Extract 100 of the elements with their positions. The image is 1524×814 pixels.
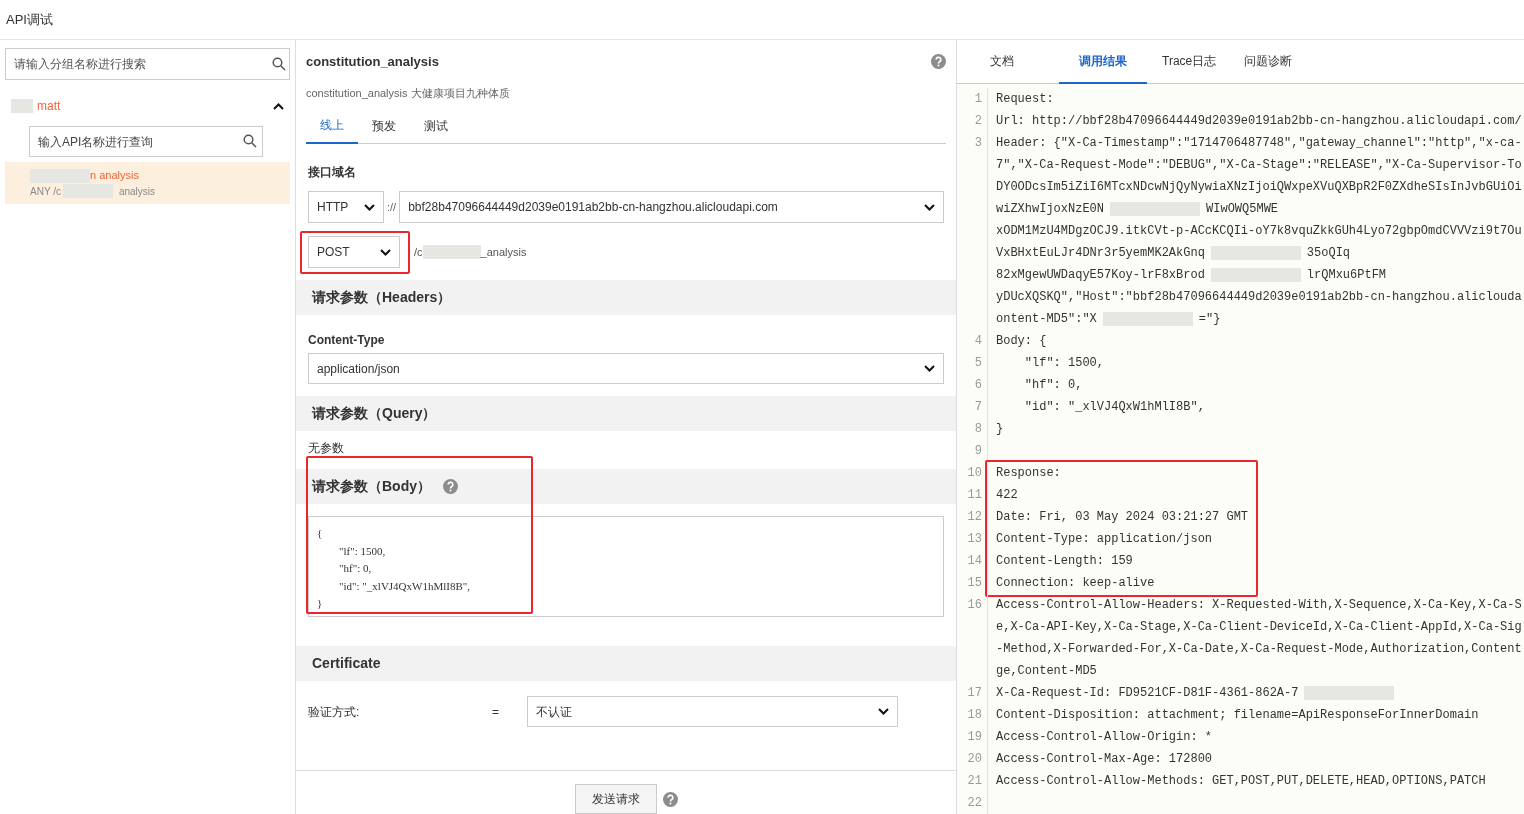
code-text: 7","X-Ca-Request-Mode":"DEBUG","X-Ca-Stage":"RELEASE","X-Ca-Supervisor-To (996, 157, 1522, 174)
code-text: VxBHxtEuLJr4DNr3r5yemMK2AkGnq (996, 245, 1205, 262)
line-number: 12 (967, 510, 982, 524)
line-number: 22 (967, 796, 982, 810)
code-text: wiZXhwIjoxNzE0N (996, 201, 1105, 218)
auth-select[interactable]: 不认证 (527, 696, 898, 727)
code-text: Request: (996, 91, 1054, 108)
group-name: matt (37, 98, 61, 115)
equals-sign: = (492, 703, 500, 721)
code-text: WIwOWQ5MWE (1206, 201, 1279, 218)
line-number: 6 (974, 378, 982, 392)
chevron-down-icon (924, 365, 935, 372)
code-text: DY0ODcsIm5iZiI6MTcxNDcwNjQyNywiaXNzIjoiQWxpeXVuQXBpR2F0ZXdheSIsInJvbGUiOi (996, 179, 1522, 196)
api-description: constitution_analysis 大健康项目九种体质 (305, 85, 511, 101)
chevron-down-icon (364, 203, 375, 211)
line-number: 18 (967, 708, 982, 722)
chevron-down-icon (878, 708, 889, 715)
help-icon[interactable] (662, 792, 678, 807)
code-text: Date: Fri, 03 May 2024 03:21:27 GMT (996, 509, 1249, 526)
body-textarea[interactable]: { "lf": 1500, "hf": 0, "id": "_xlVJ4QxW1hMlI8B", } (308, 516, 944, 617)
field-label: 接口域名 (307, 164, 357, 181)
help-icon[interactable] (443, 479, 458, 494)
line-number: 15 (967, 576, 982, 590)
code-text: 35oQIq (1306, 245, 1351, 262)
code-text: 82xMgewUWDaqyE57Koy-lrF8xBrod (996, 267, 1205, 284)
code-text: 422 (996, 487, 1018, 504)
code-text: ge,Content-MD5 (996, 663, 1097, 680)
line-number: 17 (967, 686, 982, 700)
line-number: 14 (967, 554, 982, 568)
code-line: { (317, 526, 323, 541)
line-number: 9 (974, 444, 982, 458)
line-number: 16 (967, 598, 982, 612)
api-path: ANY /c (30, 184, 61, 199)
code-text: Url: http://bbf28b47096644449d2039e0191ab2bb-cn-hangzhou.alicloudapi.com/ (996, 113, 1522, 130)
api-name: n analysis (90, 168, 139, 184)
line-number: 2 (974, 114, 982, 128)
code-text: ontent-MD5":"X (996, 311, 1097, 328)
result-tab[interactable]: 问题诊断 (1231, 40, 1312, 83)
method-select[interactable]: POST (308, 236, 400, 268)
code-text: -Method,X-Forwarded-For,X-Ca-Date,X-Ca-Request-Mode,Authorization,Content (996, 641, 1522, 658)
code-text: } (996, 421, 1004, 438)
help-icon[interactable] (931, 54, 946, 70)
line-number: 11 (967, 488, 982, 502)
api-path: /c (414, 244, 423, 260)
env-tab[interactable]: 线上 (306, 113, 358, 144)
chevron-down-icon (380, 248, 391, 256)
api-path: analysis (118, 184, 156, 199)
group-search-field[interactable]: 请输入分组名称进行搜索 (5, 48, 290, 80)
protocol-select[interactable]: HTTP (308, 191, 384, 223)
code-text: X-Ca-Request-Id: FD9521CF-D81F-4361-862A-7 (996, 685, 1299, 702)
code-text: Content-Type: application/json (996, 531, 1213, 548)
search-icon (272, 57, 286, 71)
line-number: 3 (974, 136, 982, 150)
api-title: constitution_analysis (306, 53, 439, 71)
api-search-field[interactable]: 输入API名称进行查询 (29, 126, 263, 157)
code-text: "id": "_xlVJ4QxW1hMlI8B", (1023, 399, 1205, 416)
code-text: "lf": 1500, (1023, 355, 1105, 372)
section-title: Certificate (312, 654, 381, 673)
content-type-select[interactable]: application/json (308, 353, 944, 384)
code-text: ="} (1198, 311, 1221, 328)
search-icon (243, 134, 257, 148)
code-line: "id": "_xlVJ4QxW1hMlI8B", (338, 578, 471, 594)
page-title: API调试 (6, 10, 53, 29)
code-line: "lf": 1500, (338, 543, 386, 559)
env-tab[interactable]: 测试 (410, 113, 462, 143)
separator: :// (386, 199, 398, 215)
line-number: 1 (974, 92, 982, 106)
code-text: Access-Control-Allow-Methods: GET,POST,PUT,DELETE,HEAD,OPTIONS,PATCH (996, 773, 1486, 790)
blurred-patch (422, 245, 481, 259)
line-number: 4 (974, 334, 982, 348)
code-text: Response: (996, 465, 1061, 482)
section-title: 请求参数（Headers） (312, 288, 452, 307)
line-number: 10 (967, 466, 982, 480)
code-text: Content-Length: 159 (996, 553, 1133, 570)
code-text: yDUcXQSKQ","Host":"bbf28b47096644449d2039e0191ab2bb-cn-hangzhou.aliclouda (996, 289, 1522, 306)
line-number: 7 (974, 400, 982, 414)
code-text: Connection: keep-alive (996, 575, 1155, 592)
code-text: lrQMxu6PtFM (1306, 267, 1387, 284)
code-text: xODM1MzU4MDgzOCJ9.itkCVt-p-ACcKCQIi-oY7k8vquZkkGUh4Lyo72gbpOmdCVVVzi9t7Ou (996, 223, 1522, 240)
result-tab[interactable]: 文档 (977, 40, 1057, 83)
code-text: Body: { (996, 333, 1047, 350)
send-request-button[interactable]: 发送请求 (574, 784, 657, 814)
line-number: 21 (967, 774, 982, 788)
line-number: 19 (967, 730, 982, 744)
line-number: 5 (974, 356, 982, 370)
code-line: "hf": 0, (338, 561, 372, 576)
result-tab[interactable]: Trace日志 (1149, 40, 1230, 83)
empty-note: 无参数 (307, 440, 345, 457)
blurred-patch (11, 99, 33, 113)
field-label: Content-Type (308, 332, 386, 349)
line-number: 8 (974, 422, 982, 436)
code-text: Access-Control-Max-Age: 172800 (996, 751, 1213, 768)
env-tab[interactable]: 预发 (358, 113, 410, 143)
section-title: 请求参数（Body） (312, 477, 431, 496)
domain-select[interactable]: bbf28b47096644449d2039e0191ab2bb-cn-hangzhou.alicloudapi.com (399, 191, 944, 223)
code-text: Access-Control-Allow-Headers: X-Requested-With,X-Sequence,X-Ca-Key,X-Ca-S (996, 597, 1522, 614)
code-text: Content-Disposition: attachment; filename=ApiResponseForInnerDomain (996, 707, 1479, 724)
code-text: "hf": 0, (1023, 377, 1083, 394)
code-text: Header: {"X-Ca-Timestamp":"1714706487748","gateway_channel":"http","x-ca- (996, 135, 1522, 152)
code-line: } (317, 596, 323, 611)
